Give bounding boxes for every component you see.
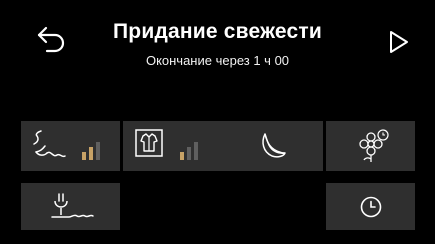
level-bar [194,142,198,160]
delay-start-tile[interactable] [326,183,415,230]
clock-icon [360,196,382,218]
steam-icon [33,130,66,158]
level-bar [180,152,184,160]
remaining-time-text: Окончание через 1 ч 00 [145,53,290,68]
fabric-options-tile[interactable] [123,121,323,171]
level-bar [82,152,86,160]
level-bar [187,147,191,160]
water-tap-icon [51,193,94,218]
page-title: Придание свежести [113,20,322,43]
level-bar [96,142,100,160]
flower-timer-icon [359,129,389,162]
fragrance-delay-tile[interactable] [326,121,415,171]
shirt-level-indicator [180,142,198,160]
water-drain-tile[interactable] [21,183,120,230]
feather-icon [262,133,286,158]
steam-level-indicator [82,142,100,160]
level-bar [89,147,93,160]
start-button[interactable] [384,27,414,57]
steam-intensity-tile[interactable] [21,121,120,171]
header: Придание свежести Окончание через 1 ч 00 [0,0,435,90]
play-icon [390,31,408,53]
shirt-icon [135,129,163,157]
